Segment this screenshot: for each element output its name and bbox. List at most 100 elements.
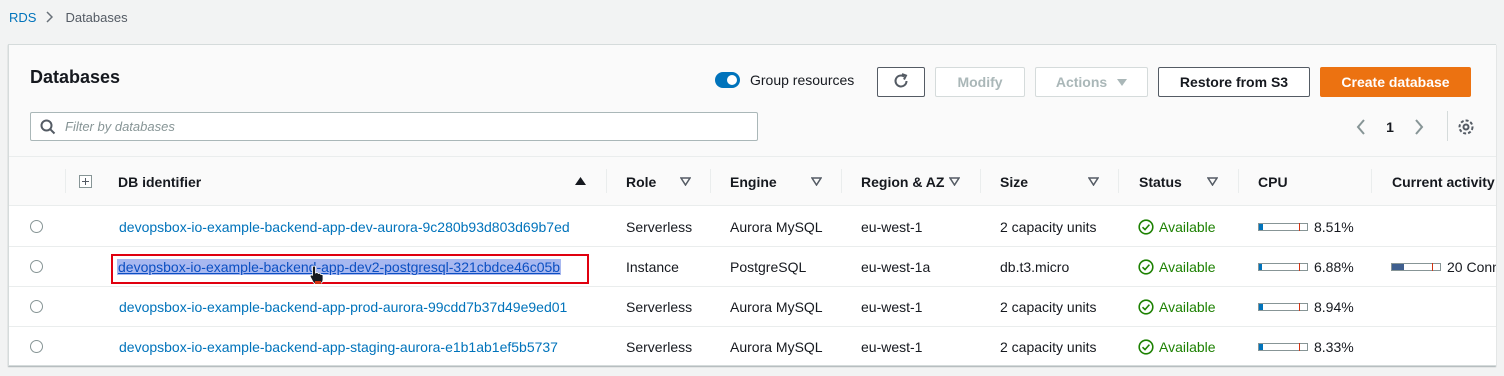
filter-input[interactable] (65, 119, 745, 134)
create-database-button[interactable]: Create database (1320, 67, 1471, 97)
column-engine[interactable]: Engine (730, 157, 777, 206)
cpu-value: 6.88% (1314, 259, 1354, 275)
sort-icon[interactable] (1207, 177, 1218, 186)
previous-page-button[interactable] (1353, 117, 1369, 137)
table-row[interactable]: devopsbox-io-example-backend-app-prod-au… (9, 287, 1496, 327)
role-cell: Serverless (626, 299, 693, 315)
status-text: Available (1159, 219, 1216, 235)
toggle-switch[interactable] (715, 72, 740, 88)
sort-icon[interactable] (680, 177, 691, 186)
expand-all-icon[interactable] (79, 157, 92, 206)
breadcrumb: RDS Databases (9, 8, 128, 26)
cpu-value: 8.33% (1314, 339, 1354, 355)
role-cell: Serverless (626, 219, 693, 235)
row-select-radio[interactable] (30, 220, 43, 233)
engine-cell: Aurora MySQL (730, 299, 823, 315)
caret-down-icon (1117, 78, 1128, 86)
row-select-radio[interactable] (30, 340, 43, 353)
sort-icon[interactable] (811, 177, 822, 186)
db-identifier-link[interactable]: devopsbox-io-example-backend-app-prod-au… (119, 299, 567, 315)
breadcrumb-current: Databases (65, 9, 128, 25)
column-cpu[interactable]: CPU (1258, 157, 1288, 206)
size-cell: db.t3.micro (1000, 259, 1070, 275)
column-db-identifier[interactable]: DB identifier (118, 157, 201, 206)
activity-value: 20 Conn (1447, 259, 1496, 275)
activity-cell: 20 Conn (1391, 247, 1496, 287)
search-icon (31, 119, 65, 135)
sort-icon[interactable] (1088, 177, 1099, 186)
cpu-threshold-mark (1299, 223, 1300, 231)
toggle-knob (727, 75, 737, 85)
page-number[interactable]: 1 (1383, 117, 1397, 137)
status-text: Available (1159, 299, 1216, 315)
status-cell: Available (1138, 207, 1216, 247)
actions-label: Actions (1055, 74, 1108, 90)
panel-header: Databases Group resources Modify Actions… (9, 45, 1496, 157)
settings-gear-icon[interactable] (1456, 117, 1476, 137)
table-row[interactable]: devopsbox-io-example-backend-app-dev-aur… (9, 207, 1496, 247)
column-status[interactable]: Status (1139, 157, 1182, 206)
databases-panel: Databases Group resources Modify Actions… (8, 44, 1496, 366)
activity-progress-bar (1391, 263, 1441, 271)
cpu-cell: 8.94% (1258, 287, 1354, 327)
refresh-button[interactable] (877, 67, 925, 97)
size-cell: 2 capacity units (1000, 339, 1097, 355)
table-header: DB identifier Role Engine Region & AZ Si… (9, 157, 1496, 206)
group-resources-toggle[interactable]: Group resources (715, 72, 854, 88)
engine-cell: Aurora MySQL (730, 219, 823, 235)
column-region[interactable]: Region & AZ (861, 157, 944, 206)
region-cell: eu-west-1a (861, 259, 931, 275)
table-body: devopsbox-io-example-backend-app-dev-aur… (9, 207, 1496, 365)
engine-cell: Aurora MySQL (730, 339, 823, 355)
cpu-progress-bar (1258, 263, 1308, 271)
group-resources-label: Group resources (750, 72, 855, 88)
activity-threshold-mark (1432, 263, 1433, 271)
table-row[interactable]: devopsbox-io-example-backend-app-dev2-po… (9, 247, 1496, 287)
status-cell: Available (1138, 287, 1216, 327)
column-divider (1118, 169, 1119, 193)
db-identifier-link[interactable]: devopsbox-io-example-backend-app-dev2-po… (117, 259, 562, 275)
modify-button[interactable]: Modify (935, 67, 1025, 97)
chevron-right-icon (46, 11, 54, 23)
actions-dropdown[interactable]: Actions (1035, 67, 1148, 97)
column-divider (980, 169, 981, 193)
cpu-cell: 6.88% (1258, 247, 1354, 287)
restore-from-s3-button[interactable]: Restore from S3 (1158, 67, 1310, 97)
cpu-progress-fill (1259, 304, 1263, 310)
sort-ascending-icon[interactable] (575, 177, 586, 185)
breadcrumb-rds-link[interactable]: RDS (9, 10, 36, 25)
column-divider (1238, 169, 1239, 193)
check-circle-icon (1138, 219, 1154, 235)
size-cell: 2 capacity units (1000, 219, 1097, 235)
check-circle-icon (1138, 259, 1154, 275)
db-identifier-link[interactable]: devopsbox-io-example-backend-app-staging… (119, 339, 558, 355)
check-circle-icon (1138, 339, 1154, 355)
cpu-threshold-mark (1299, 303, 1300, 311)
column-divider (841, 169, 842, 193)
column-divider (606, 169, 607, 193)
column-current-activity[interactable]: Current activity (1392, 157, 1495, 206)
cpu-value: 8.94% (1314, 299, 1354, 315)
column-divider (1371, 169, 1372, 193)
engine-cell: PostgreSQL (730, 259, 807, 275)
role-cell: Instance (626, 259, 679, 275)
status-cell: Available (1138, 247, 1216, 287)
db-identifier-link[interactable]: devopsbox-io-example-backend-app-dev-aur… (119, 219, 570, 235)
cpu-cell: 8.33% (1258, 327, 1354, 365)
column-role[interactable]: Role (626, 157, 656, 206)
cpu-cell: 8.51% (1258, 207, 1354, 247)
status-text: Available (1159, 259, 1216, 275)
status-cell: Available (1138, 327, 1216, 365)
cpu-threshold-mark (1299, 343, 1300, 351)
sort-icon[interactable] (949, 177, 960, 186)
row-select-radio[interactable] (30, 260, 43, 273)
next-page-button[interactable] (1411, 117, 1427, 137)
cpu-progress-fill (1259, 264, 1262, 270)
cpu-progress-fill (1259, 344, 1263, 350)
role-cell: Serverless (626, 339, 693, 355)
column-size[interactable]: Size (1000, 157, 1028, 206)
region-cell: eu-west-1 (861, 219, 923, 235)
refresh-icon (892, 72, 910, 93)
row-select-radio[interactable] (30, 300, 43, 313)
table-row[interactable]: devopsbox-io-example-backend-app-staging… (9, 327, 1496, 365)
